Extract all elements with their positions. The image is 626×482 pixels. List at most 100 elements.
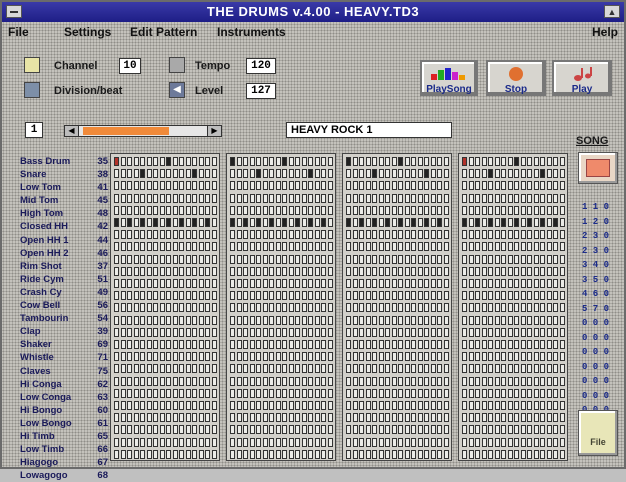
pattern-step-cell[interactable] xyxy=(481,303,487,313)
pattern-step-cell[interactable] xyxy=(417,327,423,337)
pattern-step-cell[interactable] xyxy=(507,413,513,423)
pattern-step-cell[interactable] xyxy=(249,181,255,191)
pattern-step-cell[interactable] xyxy=(346,437,351,447)
pattern-step-cell[interactable] xyxy=(127,205,132,215)
pattern-step-cell[interactable] xyxy=(192,291,197,301)
pattern-step-cell[interactable] xyxy=(172,242,178,252)
pattern-step-cell[interactable] xyxy=(546,388,552,398)
pattern-step-cell[interactable] xyxy=(166,205,171,215)
pattern-step-cell[interactable] xyxy=(553,437,558,447)
tempo-field[interactable]: 120 xyxy=(246,58,276,74)
pattern-step-cell[interactable] xyxy=(365,205,371,215)
pattern-step-cell[interactable] xyxy=(288,388,294,398)
pattern-step-cell[interactable] xyxy=(314,266,320,276)
pattern-step-cell[interactable] xyxy=(198,181,204,191)
pattern-step-cell[interactable] xyxy=(198,157,204,166)
pattern-grid-beat-1[interactable] xyxy=(110,153,220,461)
pattern-step-cell[interactable] xyxy=(327,437,333,447)
pattern-step-cell[interactable] xyxy=(159,376,165,386)
pattern-step-cell[interactable] xyxy=(321,401,326,410)
pattern-step-cell[interactable] xyxy=(133,401,139,410)
pattern-step-cell[interactable] xyxy=(140,303,145,313)
pattern-grid-beat-2[interactable] xyxy=(226,153,336,461)
instrument-row[interactable]: Hi Conga 62 xyxy=(20,378,108,391)
pattern-step-cell[interactable] xyxy=(243,327,248,337)
pattern-step-cell[interactable] xyxy=(230,437,235,447)
pattern-step-cell[interactable] xyxy=(166,437,171,447)
pattern-step-cell[interactable] xyxy=(553,388,558,398)
pattern-step-cell[interactable] xyxy=(269,242,274,252)
pattern-step-cell[interactable] xyxy=(559,169,565,179)
pattern-step-cell[interactable] xyxy=(404,181,410,191)
pattern-step-cell[interactable] xyxy=(120,254,126,264)
pattern-step-cell[interactable] xyxy=(411,205,416,215)
pattern-step-cell[interactable] xyxy=(481,413,487,423)
pattern-step-cell[interactable] xyxy=(230,218,235,227)
instrument-row[interactable]: Low Conga 63 xyxy=(20,391,108,404)
pattern-step-cell[interactable] xyxy=(533,266,539,276)
pattern-step-cell[interactable] xyxy=(546,181,552,191)
pattern-step-cell[interactable] xyxy=(243,205,248,215)
pattern-step-cell[interactable] xyxy=(133,425,139,435)
pattern-step-cell[interactable] xyxy=(378,376,384,386)
pattern-step-cell[interactable] xyxy=(282,425,287,435)
pattern-step-cell[interactable] xyxy=(494,157,500,166)
pattern-step-cell[interactable] xyxy=(166,169,171,179)
pattern-step-cell[interactable] xyxy=(391,279,397,288)
pattern-step-cell[interactable] xyxy=(249,254,255,264)
pattern-step-cell[interactable] xyxy=(127,340,132,349)
pattern-step-cell[interactable] xyxy=(391,218,397,227)
pattern-step-cell[interactable] xyxy=(443,388,449,398)
pattern-step-cell[interactable] xyxy=(256,437,261,447)
pattern-step-cell[interactable] xyxy=(385,169,390,179)
pattern-step-cell[interactable] xyxy=(308,315,313,325)
pattern-step-cell[interactable] xyxy=(520,205,526,215)
pattern-step-cell[interactable] xyxy=(153,352,158,362)
pattern-step-cell[interactable] xyxy=(288,254,294,264)
pattern-step-cell[interactable] xyxy=(520,218,526,227)
pattern-step-cell[interactable] xyxy=(127,327,132,337)
pattern-step-cell[interactable] xyxy=(236,388,242,398)
pattern-step-cell[interactable] xyxy=(159,205,165,215)
song-entry[interactable]: 0 0 0 xyxy=(582,318,609,328)
pattern-step-cell[interactable] xyxy=(262,413,268,423)
pattern-step-cell[interactable] xyxy=(411,242,416,252)
pattern-step-cell[interactable] xyxy=(308,279,313,288)
pattern-step-cell[interactable] xyxy=(424,315,429,325)
pattern-step-cell[interactable] xyxy=(269,218,274,227)
pattern-step-cell[interactable] xyxy=(288,437,294,447)
pattern-step-cell[interactable] xyxy=(211,364,217,374)
pattern-step-cell[interactable] xyxy=(352,327,358,337)
pattern-step-cell[interactable] xyxy=(314,157,320,166)
pattern-step-cell[interactable] xyxy=(114,401,119,410)
pattern-step-cell[interactable] xyxy=(166,291,171,301)
pattern-step-cell[interactable] xyxy=(275,218,281,227)
pattern-step-cell[interactable] xyxy=(308,413,313,423)
pattern-step-cell[interactable] xyxy=(249,352,255,362)
pattern-step-cell[interactable] xyxy=(462,279,467,288)
pattern-step-cell[interactable] xyxy=(385,303,390,313)
pattern-step-cell[interactable] xyxy=(398,327,403,337)
pattern-step-cell[interactable] xyxy=(494,437,500,447)
pattern-step-cell[interactable] xyxy=(507,157,513,166)
pattern-step-cell[interactable] xyxy=(533,352,539,362)
pattern-step-cell[interactable] xyxy=(153,157,158,166)
song-entry[interactable]: 2 3 0 xyxy=(582,246,609,256)
division-icon[interactable] xyxy=(24,82,40,98)
pattern-step-cell[interactable] xyxy=(443,218,449,227)
pattern-step-cell[interactable] xyxy=(411,218,416,227)
pattern-step-cell[interactable] xyxy=(391,181,397,191)
pattern-step-cell[interactable] xyxy=(243,376,248,386)
pattern-step-cell[interactable] xyxy=(378,413,384,423)
pattern-step-cell[interactable] xyxy=(179,376,184,386)
pattern-step-cell[interactable] xyxy=(559,388,565,398)
pattern-step-cell[interactable] xyxy=(553,193,558,203)
pattern-step-cell[interactable] xyxy=(230,242,235,252)
pattern-step-cell[interactable] xyxy=(321,364,326,374)
pattern-step-cell[interactable] xyxy=(507,181,513,191)
pattern-step-cell[interactable] xyxy=(501,230,506,240)
pattern-step-cell[interactable] xyxy=(262,315,268,325)
pattern-step-cell[interactable] xyxy=(475,315,480,325)
pattern-step-cell[interactable] xyxy=(269,205,274,215)
pattern-step-cell[interactable] xyxy=(378,205,384,215)
